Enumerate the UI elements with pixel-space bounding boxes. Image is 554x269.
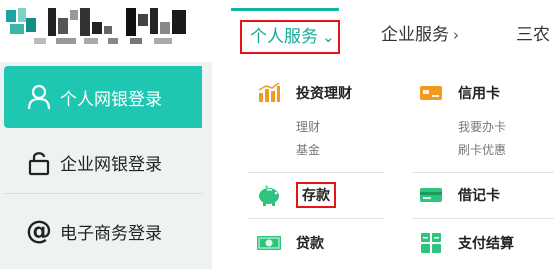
- divider: [248, 218, 384, 219]
- login-label: 电子商务登录: [60, 223, 162, 244]
- menu-deposit[interactable]: 存款: [256, 182, 336, 208]
- link-apply-card[interactable]: 我要办卡: [458, 118, 506, 135]
- tab-personal-services[interactable]: 个人服务 ⌄: [240, 20, 340, 54]
- chevron-right-icon: ›: [453, 26, 459, 44]
- tab-label: 个人服务: [250, 27, 318, 47]
- divider: [412, 218, 554, 219]
- divider: [412, 172, 554, 173]
- menu-loan[interactable]: 贷款: [256, 232, 324, 254]
- bank-page: 个人服务 ⌄ 企业服务 › 三农 个人网银登录 企业网银登录 @ 电子商务登录 …: [0, 0, 554, 269]
- bank-logo[interactable]: [4, 4, 194, 48]
- menu-title: 借记卡: [458, 188, 500, 204]
- link-card-offers[interactable]: 刷卡优惠: [458, 141, 506, 158]
- menu-title: 存款: [302, 188, 330, 204]
- user-icon: [26, 84, 52, 110]
- login-panel: 个人网银登录 企业网银登录 @ 电子商务登录: [0, 62, 212, 269]
- ecommerce-login-button[interactable]: @ 电子商务登录: [4, 200, 202, 262]
- menu-credit-card[interactable]: 信用卡: [418, 82, 500, 104]
- menu-title: 贷款: [296, 236, 324, 252]
- chevron-down-icon: ⌄: [322, 28, 335, 46]
- menu-investment[interactable]: 投资理财: [256, 82, 352, 104]
- tab-label: 企业服务: [381, 25, 449, 45]
- divider: [248, 172, 384, 173]
- bar-chart-icon: [256, 82, 282, 104]
- tab-agriculture[interactable]: 三农: [516, 20, 550, 54]
- login-label: 企业网银登录: [60, 155, 162, 175]
- login-label: 个人网银登录: [60, 89, 162, 110]
- personal-ebank-login-button[interactable]: 个人网银登录: [4, 66, 202, 128]
- link-wealth-management[interactable]: 理财: [296, 118, 320, 135]
- link-fund[interactable]: 基金: [296, 141, 320, 158]
- personal-services-menu: 投资理财 理财 基金 信用卡 我要办卡 刷卡优惠 存款 借记卡 贷款 支付结算: [212, 62, 554, 269]
- menu-title: 支付结算: [458, 236, 514, 252]
- deposit-highlight: 存款: [296, 182, 336, 208]
- credit-card-icon: [418, 82, 444, 104]
- lock-icon: [26, 150, 52, 176]
- tab-label: 三农: [516, 25, 550, 45]
- menu-title: 信用卡: [458, 86, 500, 102]
- top-nav: 个人服务 ⌄ 企业服务 › 三农: [228, 0, 554, 66]
- enterprise-ebank-login-button[interactable]: 企业网银登录: [4, 132, 202, 194]
- menu-payment-settlement[interactable]: 支付结算: [418, 232, 514, 254]
- menu-debit-card[interactable]: 借记卡: [418, 184, 500, 206]
- cash-icon: [256, 232, 282, 254]
- at-icon: @: [26, 216, 52, 246]
- debit-card-icon: [418, 184, 444, 206]
- menu-title: 投资理财: [296, 86, 352, 102]
- payment-icon: [418, 232, 444, 254]
- active-tab-indicator: [231, 8, 339, 11]
- piggy-bank-icon: [256, 184, 282, 206]
- tab-enterprise-services[interactable]: 企业服务 ›: [381, 20, 459, 54]
